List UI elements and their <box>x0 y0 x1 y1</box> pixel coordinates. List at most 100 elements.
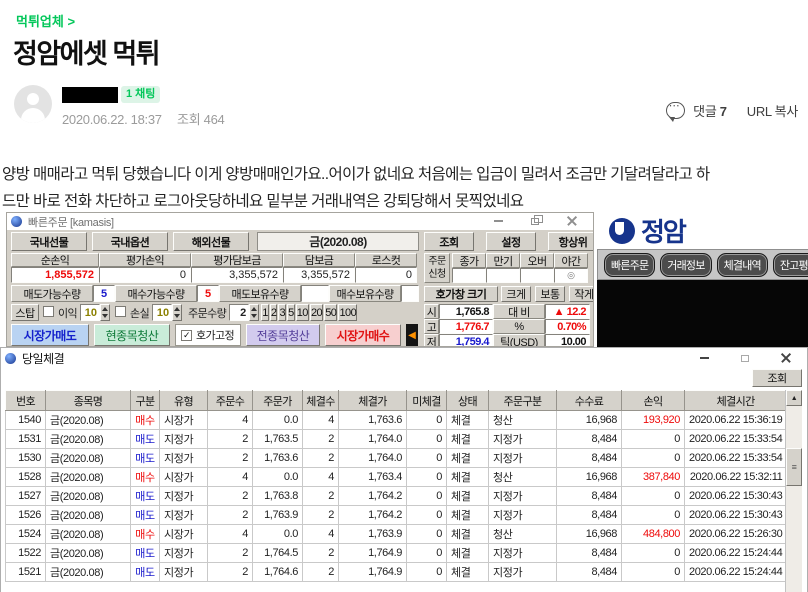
table-cell: 0 <box>622 563 685 582</box>
hoga-fix-checkbox[interactable]: ✓ <box>181 330 192 341</box>
market-sell-button[interactable]: 시장가매도 <box>11 324 89 346</box>
profit-stepper[interactable]: 10 <box>80 304 110 321</box>
table-row[interactable]: 1530금(2020.08)매도지정가21,763.621,764.00체결지정… <box>6 449 787 468</box>
table-cell: 1,764.9 <box>339 563 407 582</box>
order-columns-values: ◎ <box>452 268 588 283</box>
close-icon[interactable] <box>567 216 577 226</box>
scrollbar[interactable]: ▲ ≡ <box>785 390 802 592</box>
scrollbar-thumb[interactable]: ≡ <box>786 448 802 486</box>
tab-국내옵션[interactable]: 국내옵션 <box>92 232 168 251</box>
scroll-up-button[interactable]: ▲ <box>786 390 802 406</box>
column-header-미체결[interactable]: 미체결 <box>407 391 447 411</box>
qty-label: 매수보유수량 <box>329 285 401 302</box>
table-row[interactable]: 1528금(2020.08)매수시장가40.041,763.40체결청산16,9… <box>6 468 787 487</box>
order-qty-stepper[interactable]: 2 <box>229 304 259 321</box>
column-header-구분[interactable]: 구분 <box>131 391 160 411</box>
order-col-오버: 오버 <box>520 253 554 268</box>
table-cell: 2 <box>208 449 253 468</box>
order-qty-spinner-arrows[interactable] <box>249 304 259 321</box>
loss-spinner-arrows[interactable] <box>172 304 182 321</box>
loss-stepper[interactable]: 10 <box>152 304 182 321</box>
comment-bubble-icon <box>666 102 685 119</box>
toolbar-button-거래정보[interactable]: 거래정보 <box>660 253 711 277</box>
size-button-크게[interactable]: 크게 <box>501 286 531 302</box>
button-설정[interactable]: 설정 <box>486 232 536 251</box>
hoga-fix-toggle[interactable]: ✓ 호가고정 <box>175 324 241 346</box>
column-header-번호[interactable]: 번호 <box>6 391 46 411</box>
table-row[interactable]: 1526금(2020.08)매도지정가21,763.921,764.20체결지정… <box>6 506 787 525</box>
close-icon[interactable] <box>781 353 791 363</box>
toolbar-button-잔고평가[interactable]: 잔고평가 <box>773 253 808 277</box>
query-button[interactable]: 조회 <box>752 369 802 387</box>
summary-header: 로스컷 <box>355 253 417 267</box>
table-cell: 0 <box>407 544 447 563</box>
table-cell: 0 <box>407 563 447 582</box>
column-header-유형[interactable]: 유형 <box>160 391 208 411</box>
restore-icon[interactable] <box>531 218 539 225</box>
qty-button-5[interactable]: 5 <box>287 304 295 321</box>
market-buy-button[interactable]: 시장가매수 <box>325 324 401 346</box>
table-cell: 지정가 <box>160 449 208 468</box>
app-icon <box>11 216 22 227</box>
liquidate-all-button[interactable]: 전종목청산 <box>246 324 320 346</box>
post-views: 조회 464 <box>177 112 224 127</box>
maximize-icon[interactable] <box>741 355 749 362</box>
size-button-작게[interactable]: 작게 <box>569 286 594 302</box>
column-header-주문수[interactable]: 주문수 <box>208 391 253 411</box>
column-header-체결수[interactable]: 체결수 <box>303 391 339 411</box>
table-cell: 체결 <box>447 468 489 487</box>
summary-header: 담보금 <box>283 253 355 267</box>
column-header-체결시간[interactable]: 체결시간 <box>685 391 787 411</box>
profit-spinner-arrows[interactable] <box>100 304 110 321</box>
fills-titlebar[interactable]: 당일체결 <box>1 348 807 368</box>
qty-button-2[interactable]: 2 <box>270 304 278 321</box>
table-row[interactable]: 1531금(2020.08)매도지정가21,763.521,764.00체결지정… <box>6 430 787 449</box>
table-row[interactable]: 1522금(2020.08)매도지정가21,764.521,764.90체결지정… <box>6 544 787 563</box>
table-cell: 0 <box>622 487 685 506</box>
tab-해외선물[interactable]: 해외선물 <box>173 232 249 251</box>
column-header-수수료[interactable]: 수수료 <box>557 391 622 411</box>
liquidate-current-button[interactable]: 현종목청산 <box>94 324 170 346</box>
qty-button-10[interactable]: 10 <box>296 304 309 321</box>
qty-button-1[interactable]: 1 <box>261 304 269 321</box>
qty-button-50[interactable]: 50 <box>324 304 337 321</box>
minimize-icon[interactable] <box>494 220 503 222</box>
minimize-icon[interactable] <box>700 357 709 359</box>
loss-checkbox[interactable] <box>115 306 126 317</box>
size-button-보통[interactable]: 보통 <box>535 286 565 302</box>
column-header-상태[interactable]: 상태 <box>447 391 489 411</box>
collapse-left-arrow-button[interactable]: ◀ <box>406 324 418 346</box>
qty-button-20[interactable]: 20 <box>310 304 323 321</box>
url-copy-button[interactable]: URL 복사 <box>747 101 798 120</box>
fills-window-controls <box>700 353 791 363</box>
table-cell: 0 <box>622 449 685 468</box>
table-row[interactable]: 1524금(2020.08)매수시장가40.041,763.90체결청산16,9… <box>6 525 787 544</box>
qty-button-3[interactable]: 3 <box>278 304 286 321</box>
breadcrumb[interactable]: 먹튀업체 > <box>16 11 75 30</box>
table-row[interactable]: 1540금(2020.08)매수시장가40.041,763.60체결청산16,9… <box>6 411 787 430</box>
comments-link[interactable]: 댓글 7 <box>693 101 727 120</box>
table-row[interactable]: 1521금(2020.08)매도지정가21,764.621,764.90체결지정… <box>6 563 787 582</box>
column-header-체결가[interactable]: 체결가 <box>339 391 407 411</box>
column-header-주문구분[interactable]: 주문구분 <box>489 391 557 411</box>
tab-국내선물[interactable]: 국내선물 <box>11 232 87 251</box>
qty-button-100[interactable]: 100 <box>338 304 357 321</box>
button-항상위[interactable]: 항상위 <box>548 232 594 251</box>
column-header-손익[interactable]: 손익 <box>622 391 685 411</box>
toolbar-button-빠른주문[interactable]: 빠른주문 <box>604 253 655 277</box>
qty-label: 매도가능수량 <box>11 285 93 302</box>
table-cell: 1,764.0 <box>339 430 407 449</box>
author-badge[interactable]: 1 채팅 <box>121 86 160 103</box>
toolbar-button-체결내역[interactable]: 체결내역 <box>717 253 768 277</box>
stop-button[interactable]: 스탑 <box>11 304 39 321</box>
quick-order-titlebar[interactable]: 빠른주문 [kamasis] <box>7 213 593 230</box>
avatar[interactable] <box>14 85 52 123</box>
column-header-종목명[interactable]: 종목명 <box>46 391 131 411</box>
author-name-redacted <box>62 87 118 103</box>
table-row[interactable]: 1527금(2020.08)매도지정가21,763.821,764.20체결지정… <box>6 487 787 506</box>
profit-checkbox[interactable] <box>43 306 54 317</box>
column-header-주문가[interactable]: 주문가 <box>253 391 303 411</box>
table-cell: 2020.06.22 15:33:54 <box>685 430 787 449</box>
button-조회[interactable]: 조회 <box>424 232 474 251</box>
table-cell: 지정가 <box>489 449 557 468</box>
